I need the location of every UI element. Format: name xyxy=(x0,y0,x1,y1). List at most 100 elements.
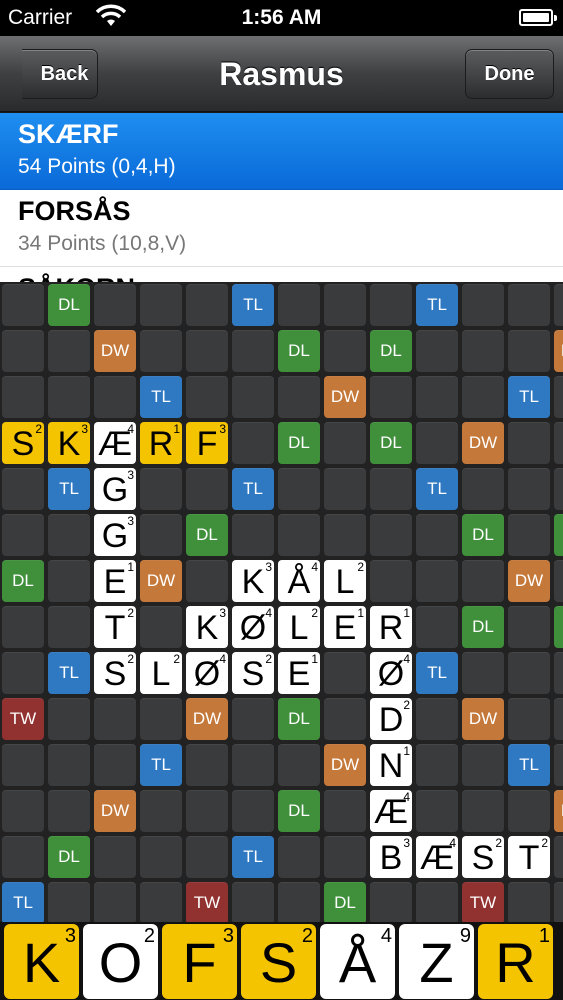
board-square[interactable] xyxy=(416,422,458,464)
board-square[interactable] xyxy=(94,836,136,878)
board-square[interactable] xyxy=(324,422,366,464)
bonus-square-tl[interactable]: TL xyxy=(416,468,458,510)
bonus-square-tw[interactable]: TW xyxy=(462,882,504,922)
bonus-square-dw[interactable]: DW xyxy=(554,790,563,832)
bonus-square-dl[interactable]: DL xyxy=(278,422,320,464)
board-square[interactable] xyxy=(48,560,90,602)
board-square[interactable] xyxy=(462,652,504,694)
bonus-square-tl[interactable]: TL xyxy=(232,468,274,510)
board-square[interactable] xyxy=(140,330,182,372)
bonus-square-dl[interactable]: DL xyxy=(48,284,90,326)
board-square[interactable] xyxy=(324,468,366,510)
board-square[interactable] xyxy=(554,422,563,464)
board-square[interactable] xyxy=(48,790,90,832)
board-square[interactable] xyxy=(462,376,504,418)
bonus-square-dl[interactable]: DL xyxy=(462,514,504,556)
board-square[interactable] xyxy=(554,376,563,418)
bonus-square-dl[interactable]: DL xyxy=(278,698,320,740)
bonus-square-dl[interactable]: DL xyxy=(278,790,320,832)
board-square[interactable] xyxy=(140,836,182,878)
board-square[interactable] xyxy=(508,514,550,556)
board-square[interactable] xyxy=(94,284,136,326)
bonus-square-dl[interactable]: DL xyxy=(186,514,228,556)
word-suggestion-row[interactable]: SÅKORN xyxy=(0,267,563,282)
bonus-square-tl[interactable]: TL xyxy=(140,376,182,418)
board-square[interactable] xyxy=(416,376,458,418)
word-suggestion-list[interactable]: SKÆRF 54 Points (0,4,H) FORSÅS 34 Points (1… xyxy=(0,113,563,282)
rack-tile[interactable]: O2 xyxy=(83,924,158,999)
board-square[interactable] xyxy=(186,836,228,878)
rack-tile[interactable]: Z9 xyxy=(399,924,474,999)
bonus-square-tl[interactable]: TL xyxy=(508,376,550,418)
bonus-square-dl[interactable]: DL xyxy=(370,422,412,464)
board-square[interactable] xyxy=(278,468,320,510)
bonus-square-dl[interactable]: DL xyxy=(554,514,563,556)
word-suggestion-row[interactable]: FORSÅS 34 Points (10,8,V) xyxy=(0,190,563,267)
rack-tile[interactable]: S2 xyxy=(241,924,316,999)
board-square[interactable] xyxy=(370,284,412,326)
board-square[interactable] xyxy=(48,330,90,372)
board-square[interactable] xyxy=(186,560,228,602)
bonus-square-dl[interactable]: DL xyxy=(324,882,366,922)
board-square[interactable] xyxy=(48,698,90,740)
bonus-square-dl[interactable]: DL xyxy=(554,606,563,648)
board-square[interactable] xyxy=(462,744,504,786)
board-square[interactable] xyxy=(508,330,550,372)
board-square[interactable] xyxy=(48,744,90,786)
board-square[interactable] xyxy=(370,376,412,418)
back-button[interactable]: Back xyxy=(22,49,98,99)
game-board[interactable]: DLTLTLDWDLDLDWTLDWTLDLDLDWTLTLTLDLDLDLDL… xyxy=(0,282,563,922)
board-square[interactable] xyxy=(278,514,320,556)
board-square[interactable] xyxy=(370,514,412,556)
board-square[interactable] xyxy=(278,836,320,878)
board-square[interactable] xyxy=(416,514,458,556)
board-square[interactable] xyxy=(508,284,550,326)
board-square[interactable] xyxy=(140,284,182,326)
board-square[interactable] xyxy=(508,606,550,648)
bonus-square-dl[interactable]: DL xyxy=(462,606,504,648)
bonus-square-tl[interactable]: TL xyxy=(2,882,44,922)
board-square[interactable] xyxy=(2,468,44,510)
bonus-square-dw[interactable]: DW xyxy=(554,330,563,372)
board-square[interactable] xyxy=(278,284,320,326)
bonus-square-tl[interactable]: TL xyxy=(508,744,550,786)
board-square[interactable] xyxy=(48,882,90,922)
board-square[interactable] xyxy=(554,560,563,602)
board-square[interactable] xyxy=(462,790,504,832)
board-square[interactable] xyxy=(186,284,228,326)
board-square[interactable] xyxy=(2,652,44,694)
bonus-square-dw[interactable]: DW xyxy=(462,422,504,464)
board-square[interactable] xyxy=(186,330,228,372)
bonus-square-dl[interactable]: DL xyxy=(2,560,44,602)
rack-tile[interactable]: F3 xyxy=(162,924,237,999)
board-square[interactable] xyxy=(554,468,563,510)
board-square[interactable] xyxy=(140,606,182,648)
board-square[interactable] xyxy=(416,744,458,786)
word-suggestion-row[interactable]: SKÆRF 54 Points (0,4,H) xyxy=(0,113,563,190)
board-square[interactable] xyxy=(416,606,458,648)
bonus-square-tl[interactable]: TL xyxy=(232,284,274,326)
board-square[interactable] xyxy=(232,698,274,740)
board-square[interactable] xyxy=(278,744,320,786)
bonus-square-tl[interactable]: TL xyxy=(416,284,458,326)
board-square[interactable] xyxy=(508,468,550,510)
board-square[interactable] xyxy=(48,606,90,648)
board-square[interactable] xyxy=(232,882,274,922)
bonus-square-dw[interactable]: DW xyxy=(462,698,504,740)
bonus-square-dl[interactable]: DL xyxy=(278,330,320,372)
bonus-square-tw[interactable]: TW xyxy=(2,698,44,740)
board-square[interactable] xyxy=(140,698,182,740)
bonus-square-dl[interactable]: DL xyxy=(370,330,412,372)
board-square[interactable] xyxy=(232,744,274,786)
board-square[interactable] xyxy=(554,652,563,694)
board-square[interactable] xyxy=(324,284,366,326)
board-square[interactable] xyxy=(416,330,458,372)
board-square[interactable] xyxy=(2,330,44,372)
bonus-square-tl[interactable]: TL xyxy=(48,468,90,510)
bonus-square-tl[interactable]: TL xyxy=(140,744,182,786)
board-square[interactable] xyxy=(140,790,182,832)
board-square[interactable] xyxy=(186,744,228,786)
board-square[interactable] xyxy=(186,468,228,510)
board-square[interactable] xyxy=(324,330,366,372)
board-square[interactable] xyxy=(186,376,228,418)
